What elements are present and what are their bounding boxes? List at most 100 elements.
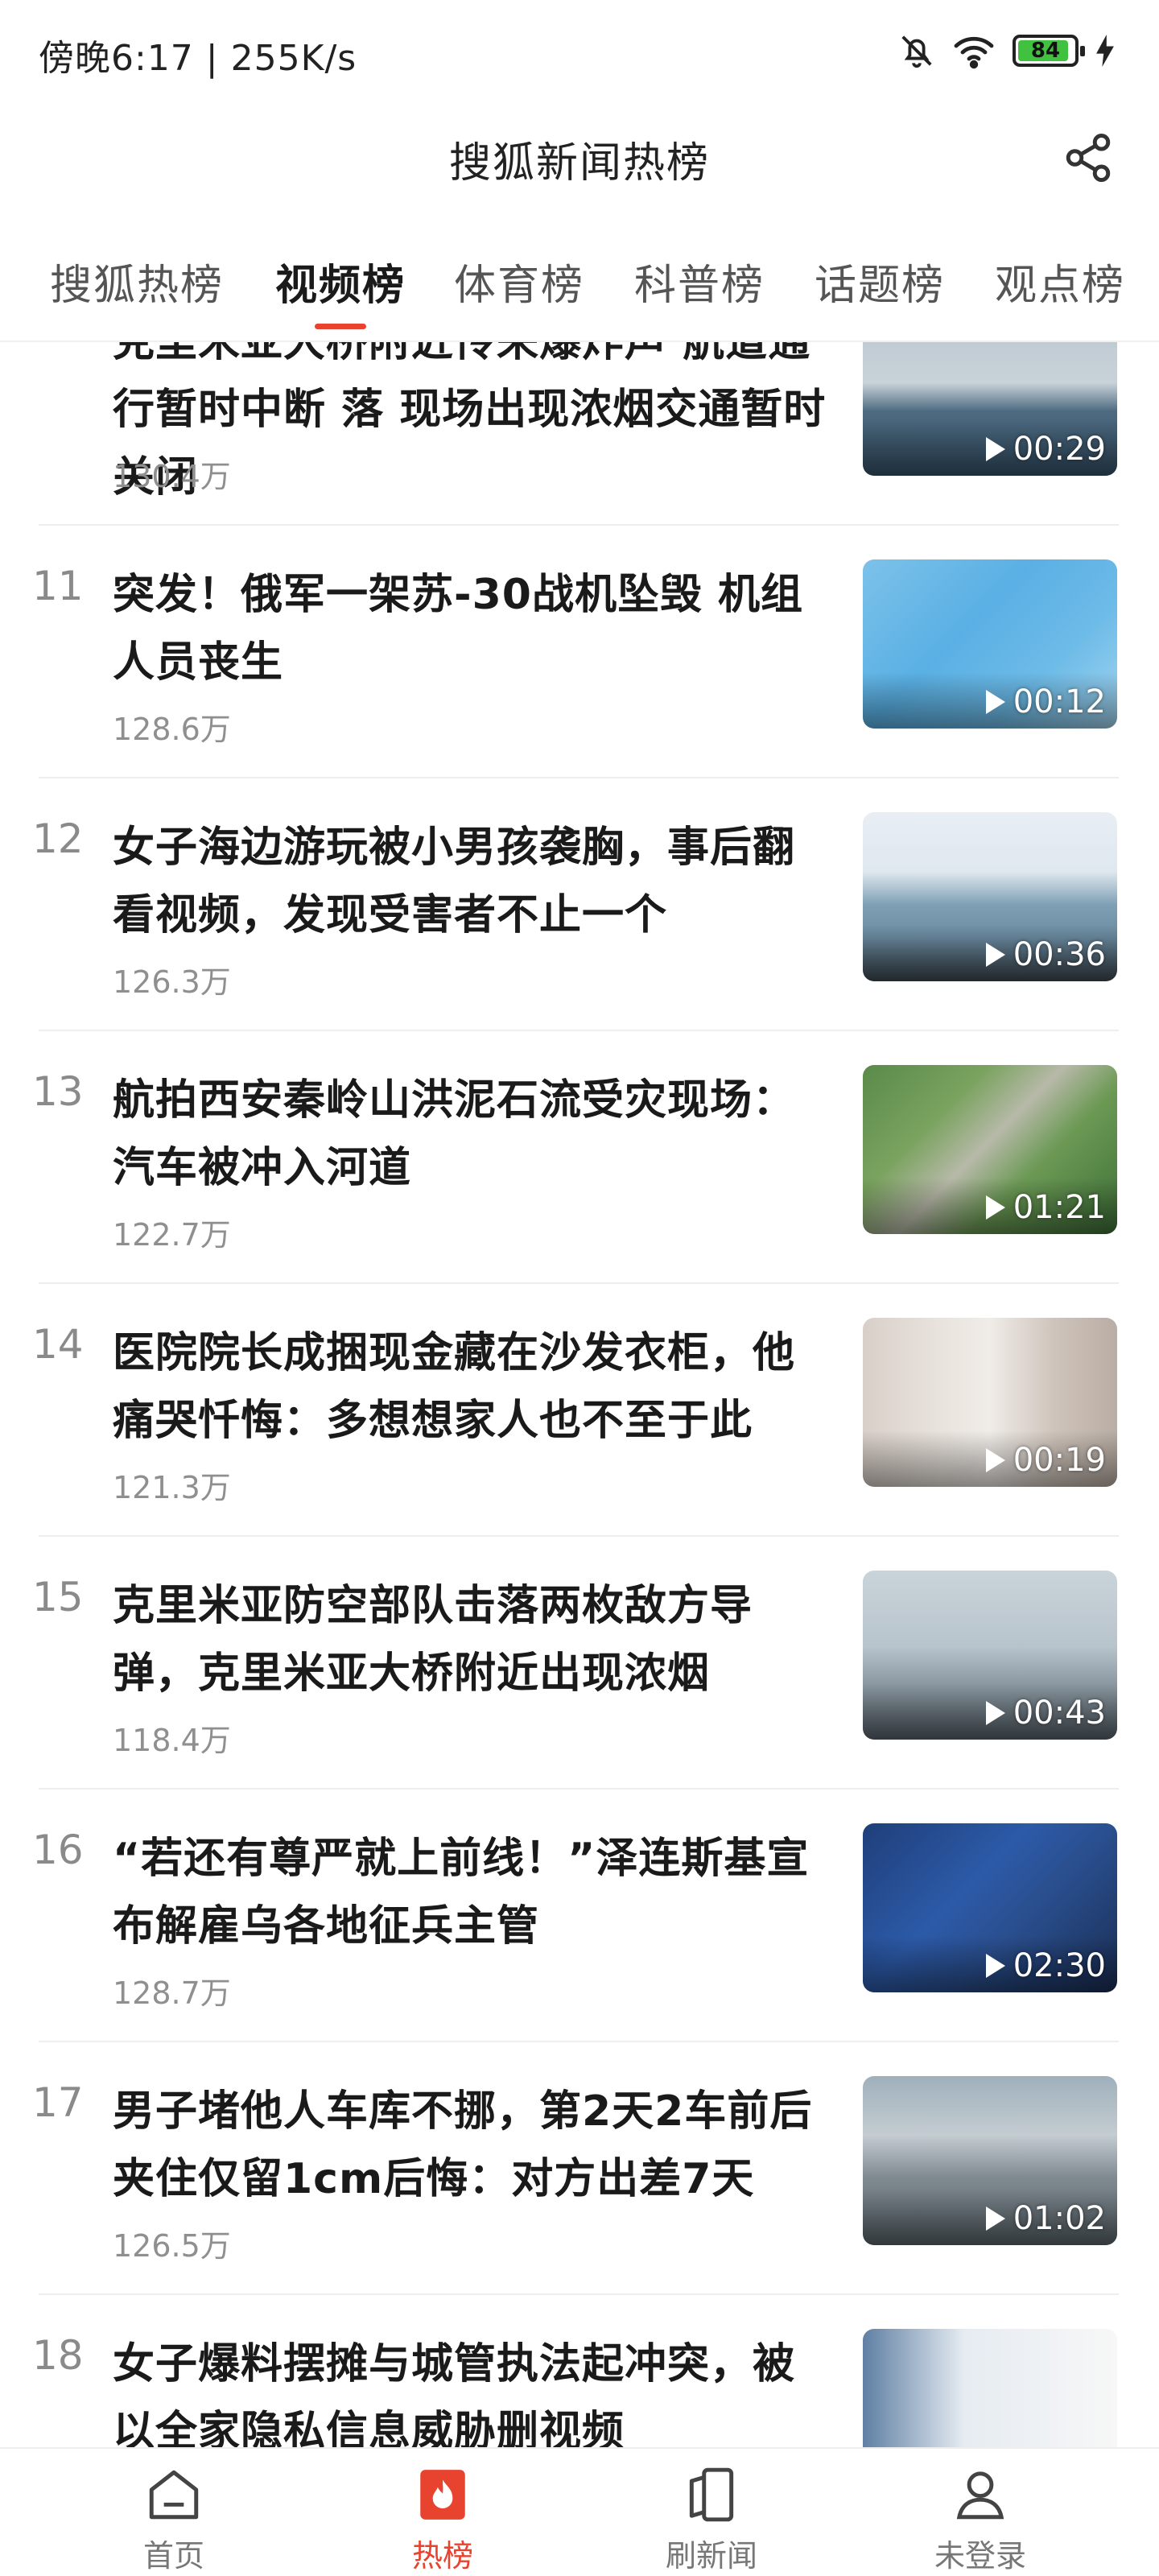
battery-icon: 84	[1013, 35, 1085, 67]
tab-label: 搜狐热榜	[50, 262, 225, 310]
play-icon	[985, 1701, 1005, 1725]
nav-home[interactable]: 首页	[93, 2465, 254, 2575]
news-title: 医院院长成捆现金藏在沙发衣柜，他痛哭忏悔：多想想家人也不至于此	[113, 1329, 796, 1445]
tab-video[interactable]: 视频榜	[275, 251, 406, 329]
duration-text: 00:12	[1013, 683, 1106, 720]
duration-text: 01:21	[1013, 1189, 1106, 1226]
battery-level: 84	[1030, 39, 1061, 63]
charging-bolt-icon	[1096, 35, 1114, 67]
tab-opinions[interactable]: 观点榜	[995, 251, 1125, 312]
news-title: 克里米亚防空部队击落两枚敌方导弹，克里米亚大桥附近出现浓烟	[113, 1582, 753, 1698]
duration-text: 00:36	[1013, 936, 1106, 973]
play-icon	[985, 1954, 1005, 1978]
list-item[interactable]: 12 女子海边游玩被小男孩袭胸，事后翻看视频，发现受害者不止一个 126.3万 …	[0, 778, 1159, 1031]
play-icon	[985, 437, 1005, 461]
video-thumbnail[interactable]: 00:12	[863, 559, 1117, 729]
tab-sohu-hot[interactable]: 搜狐热榜	[50, 251, 224, 312]
nav-label: 未登录	[934, 2538, 1026, 2574]
duration-text: 00:19	[1013, 1442, 1106, 1479]
heat-count: 128.6万	[113, 712, 231, 747]
play-icon	[985, 690, 1005, 714]
list-item[interactable]: 18 女子爆料摆摊与城管执法起冲突，被以全家隐私信息威胁删视频	[0, 2295, 1159, 2447]
video-duration: 00:29	[985, 431, 1106, 468]
news-title: 女子爆料摆摊与城管执法起冲突，被以全家隐私信息威胁删视频	[113, 2340, 796, 2447]
status-icons: 84	[898, 32, 1114, 69]
heat-count: 122.7万	[113, 1217, 231, 1253]
list-item[interactable]: 17 男子堵他人车库不挪，第2天2车前后夹住仅留1cm后悔：对方出差7天 126…	[0, 2042, 1159, 2295]
tab-label: 体育榜	[454, 262, 585, 310]
flame-icon	[420, 2470, 465, 2520]
video-duration: 02:30	[985, 1947, 1106, 1984]
video-duration: 01:21	[985, 1189, 1106, 1226]
video-thumbnail[interactable]: 00:19	[863, 1318, 1117, 1487]
tab-label: 话题榜	[815, 262, 946, 310]
list-item[interactable]: 15 克里米亚防空部队击落两枚敌方导弹，克里米亚大桥附近出现浓烟 118.4万 …	[0, 1537, 1159, 1790]
cards-icon	[689, 2467, 734, 2522]
share-button[interactable]	[1058, 127, 1119, 188]
play-icon	[985, 1448, 1005, 1472]
video-duration: 00:36	[985, 936, 1106, 973]
wifi-icon	[953, 32, 995, 69]
heat-count: 126.3万	[113, 964, 231, 1000]
rank-number: 15	[32, 1574, 84, 1620]
list-item[interactable]: 11 突发！俄军一架苏-30战机坠毁 机组人员丧生 128.6万 00:12	[0, 526, 1159, 778]
video-thumbnail[interactable]	[863, 2329, 1117, 2447]
tab-sports[interactable]: 体育榜	[454, 251, 584, 312]
nav-label: 首页	[142, 2538, 204, 2574]
tab-topics[interactable]: 话题榜	[815, 251, 945, 312]
list-item[interactable]: 14 医院院长成捆现金藏在沙发衣柜，他痛哭忏悔：多想想家人也不至于此 121.3…	[0, 1284, 1159, 1537]
video-thumbnail[interactable]: 00:29	[863, 342, 1117, 476]
play-icon	[985, 1195, 1005, 1220]
news-list[interactable]: 克里米亚大桥附近传来爆炸声 航道通行暂时中断 落 现场出现浓烟交通暂时关闭 13…	[0, 342, 1159, 2447]
video-duration: 00:43	[985, 1695, 1106, 1732]
user-icon	[956, 2471, 1004, 2520]
ranking-tabs: 搜狐热榜 视频榜 体育榜 科普榜 话题榜 观点榜	[0, 233, 1159, 342]
news-title: 航拍西安秦岭山洪泥石流受灾现场：汽车被冲入河道	[113, 1076, 796, 1192]
tab-label: 视频榜	[275, 262, 406, 310]
rank-number: 16	[32, 1827, 84, 1873]
list-item[interactable]: 13 航拍西安秦岭山洪泥石流受灾现场：汽车被冲入河道 122.7万 01:21	[0, 1031, 1159, 1284]
rank-number: 13	[32, 1068, 84, 1115]
video-duration: 00:12	[985, 683, 1106, 720]
video-thumbnail[interactable]: 00:36	[863, 812, 1117, 981]
active-tab-indicator	[315, 324, 366, 329]
rank-number: 11	[32, 563, 84, 609]
heat-count: 126.5万	[113, 2228, 231, 2264]
list-item[interactable]: 16 “若还有尊严就上前线！”泽连斯基宣布解雇乌各地征兵主管 128.7万 02…	[0, 1790, 1159, 2042]
heat-count: 128.7万	[113, 1975, 231, 2011]
duration-text: 01:02	[1013, 2200, 1106, 2237]
news-title: “若还有尊严就上前线！”泽连斯基宣布解雇乌各地征兵主管	[113, 1835, 810, 1951]
nav-account[interactable]: 未登录	[900, 2465, 1061, 2575]
duration-text: 00:43	[1013, 1695, 1106, 1732]
nav-browse-news[interactable]: 刷新闻	[631, 2465, 792, 2575]
nav-label: 刷新闻	[665, 2538, 757, 2574]
home-icon	[149, 2470, 199, 2520]
header: 搜狐新闻热榜	[0, 105, 1159, 209]
video-thumbnail[interactable]: 00:43	[863, 1571, 1117, 1740]
video-thumbnail[interactable]: 02:30	[863, 1823, 1117, 1992]
list-item[interactable]: 克里米亚大桥附近传来爆炸声 航道通行暂时中断 落 现场出现浓烟交通暂时关闭 13…	[0, 342, 1159, 526]
nav-hot-list[interactable]: 热榜	[362, 2465, 523, 2575]
tab-science[interactable]: 科普榜	[634, 251, 765, 312]
duration-text: 00:29	[1013, 431, 1106, 468]
status-time-speed: 傍晚6:17 | 255K/s	[39, 38, 357, 79]
nav-label: 热榜	[411, 2538, 473, 2574]
status-bar: 傍晚6:17 | 255K/s 84	[0, 0, 1159, 105]
tab-label: 科普榜	[634, 262, 765, 310]
news-title: 男子堵他人车库不挪，第2天2车前后夹住仅留1cm后悔：对方出差7天	[113, 2087, 813, 2203]
tab-label: 观点榜	[995, 262, 1126, 310]
heat-count: 118.4万	[113, 1723, 231, 1758]
news-title: 女子海边游玩被小男孩袭胸，事后翻看视频，发现受害者不止一个	[113, 824, 796, 939]
rank-number: 18	[32, 2332, 84, 2379]
page-title: 搜狐新闻热榜	[448, 139, 710, 188]
video-thumbnail[interactable]: 01:21	[863, 1065, 1117, 1234]
heat-count: 130.4万	[113, 459, 231, 494]
play-icon	[985, 2207, 1005, 2231]
share-icon	[1066, 134, 1111, 182]
video-duration: 00:19	[985, 1442, 1106, 1479]
mute-bell-icon	[898, 32, 935, 69]
video-duration: 01:02	[985, 2200, 1106, 2237]
video-thumbnail[interactable]: 01:02	[863, 2076, 1117, 2245]
rank-number: 12	[32, 815, 84, 862]
rank-number: 17	[32, 2079, 84, 2126]
